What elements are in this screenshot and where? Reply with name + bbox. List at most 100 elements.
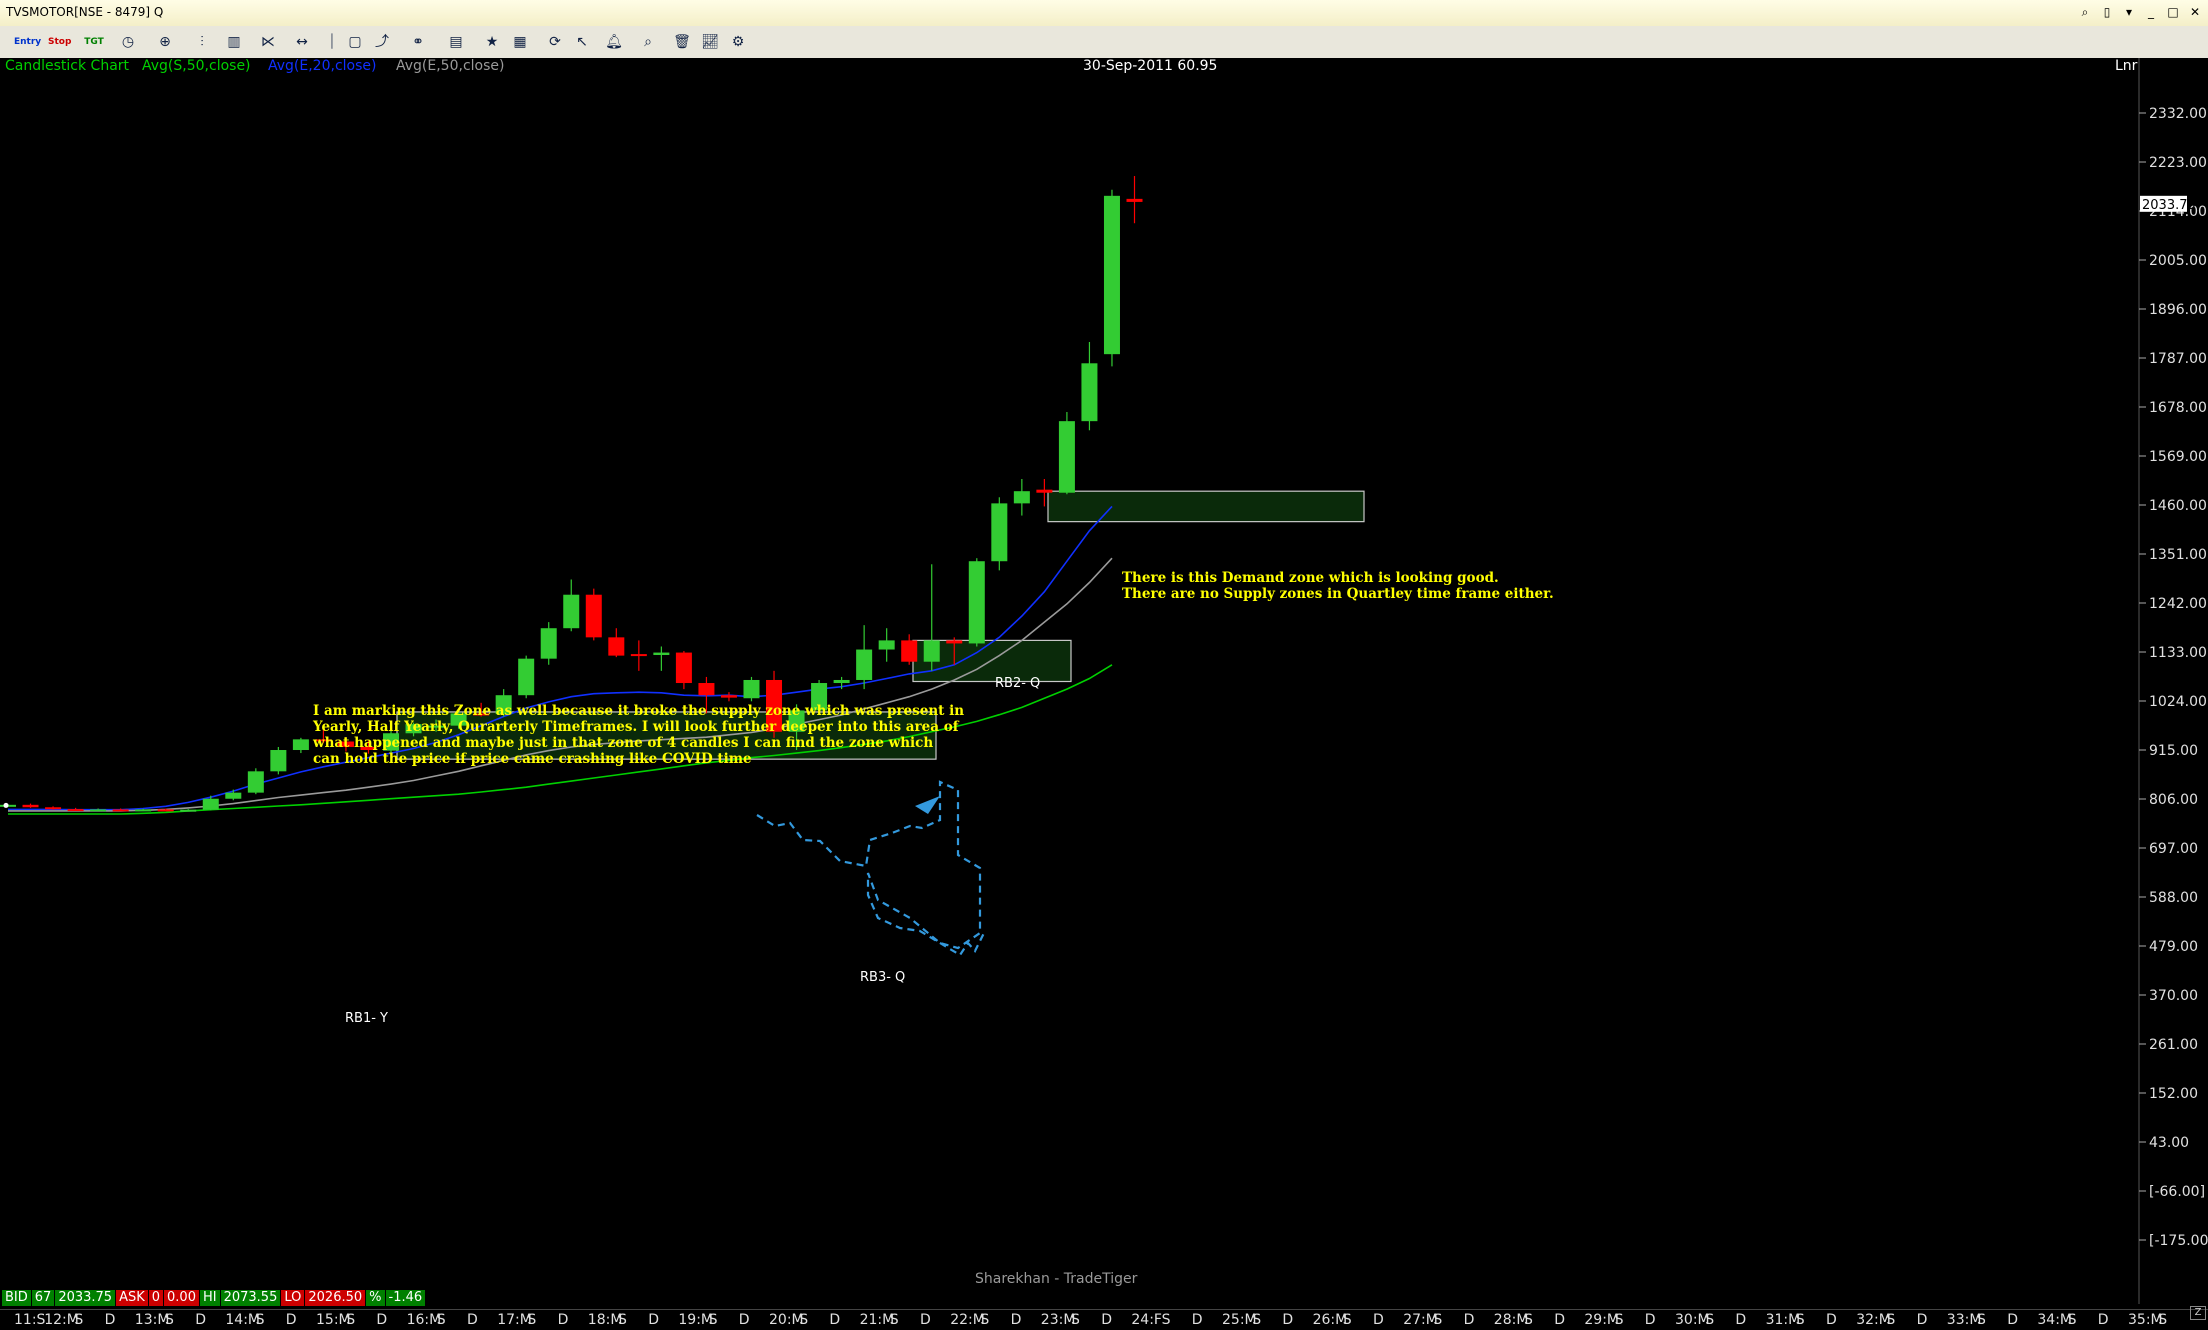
- x-tick-label: S: [889, 1312, 899, 1328]
- link-icon[interactable]: ⚭: [408, 32, 428, 52]
- x-tick-label: D: [1735, 1312, 1747, 1328]
- x-tick-label: D: [648, 1312, 659, 1328]
- x-tick-label: S: [1705, 1312, 1715, 1328]
- candle-body: [878, 640, 895, 650]
- x-tick-label: D: [195, 1312, 206, 1328]
- indicator-icon[interactable]: ▦: [510, 32, 530, 52]
- candle: [1058, 412, 1075, 495]
- dropdown-icon[interactable]: ▾: [2120, 3, 2138, 21]
- favorite-icon[interactable]: ★: [482, 32, 502, 52]
- x-tick-label: S: [346, 1312, 356, 1328]
- zoom-icon[interactable]: ⌕: [638, 32, 658, 52]
- crosshair-icon[interactable]: ⊕: [155, 32, 175, 52]
- candle-body: [540, 628, 557, 659]
- candle: [1126, 176, 1143, 224]
- target-button[interactable]: TGT: [84, 32, 104, 52]
- candle-body: [225, 792, 242, 799]
- quote-cell: -1.46: [385, 1290, 427, 1306]
- candle-body: [856, 649, 873, 680]
- x-tick-label: S: [1614, 1312, 1624, 1328]
- vertical-line-icon[interactable]: ⏐: [322, 32, 342, 52]
- zone-label: RB1- Y: [345, 1011, 388, 1026]
- y-tick-label: 43.00: [2149, 1135, 2189, 1151]
- y-tick-label: 588.00: [2149, 890, 2198, 906]
- x-tick-label: S: [1071, 1312, 1080, 1328]
- candle-body: [1126, 198, 1143, 202]
- candle: [540, 622, 557, 665]
- line-chart-icon[interactable]: 📈︎: [700, 32, 720, 52]
- maximize-button[interactable]: □: [2164, 3, 2182, 21]
- x-tick-label: S: [1524, 1312, 1533, 1328]
- candle: [630, 640, 647, 671]
- candle: [856, 625, 873, 690]
- minimize-button[interactable]: _: [2142, 3, 2160, 21]
- restore-icon[interactable]: ▯: [2098, 3, 2116, 21]
- annotation-text-line: can hold the price if price came crashin…: [313, 751, 752, 767]
- chart-type-icon[interactable]: ⫶: [192, 32, 212, 52]
- x-tick-label: D: [376, 1312, 388, 1328]
- x-tick-label: S: [74, 1312, 84, 1328]
- candle-body: [112, 809, 129, 812]
- candle-body: [202, 798, 219, 810]
- y-tick-label: 1678.00: [2149, 400, 2207, 416]
- delete-icon[interactable]: 🗑︎: [672, 32, 692, 52]
- quote-cell: %: [366, 1290, 386, 1306]
- annotation-text-line: Yearly, Half Yearly, Qurarterly Timefram…: [312, 719, 960, 735]
- chart-toolbar: Entry Stop TGT ◷ ⊕ ⫶ ▥ ⋉ ↔ ⏐ ▢ ⤴ ⚭ ▤ ★ ▦…: [0, 26, 2208, 59]
- candle-body: [180, 809, 197, 812]
- x-tick-label: 24:F: [1131, 1312, 1162, 1328]
- entry-button[interactable]: Entry: [14, 32, 41, 52]
- bar-chart-icon[interactable]: ▥: [224, 32, 244, 52]
- fibonacci-icon[interactable]: ⤴: [372, 32, 392, 52]
- candle-body: [585, 594, 602, 638]
- x-tick-label: S: [1795, 1312, 1805, 1328]
- settings-gear-icon[interactable]: ⚙: [728, 32, 748, 52]
- y-tick-label: 261.00: [2149, 1037, 2198, 1053]
- price-plot[interactable]: 2332.002223.002114.002005.001896.001787.…: [0, 58, 2208, 1304]
- alert-icon[interactable]: 🔔︎: [604, 32, 624, 52]
- x-tick-label: S: [1433, 1312, 1443, 1328]
- stop-button[interactable]: Stop: [48, 32, 71, 52]
- pointer-icon[interactable]: ↖: [572, 32, 592, 52]
- line-tool-icon[interactable]: ↔: [292, 32, 312, 52]
- candle-body: [653, 652, 670, 656]
- quote-bar: BID 67 2033.75 ASK 0 0.00 HI 2073.55 LO 2026.50% -…: [2, 1290, 427, 1306]
- chart-area[interactable]: Candlestick Chart Avg(S,50,close) Avg(E,…: [0, 58, 2208, 1304]
- rectangle-icon[interactable]: ▢: [345, 32, 365, 52]
- template-icon[interactable]: ▤: [446, 32, 466, 52]
- x-tick-label: S: [708, 1312, 718, 1328]
- x-tick-label: D: [285, 1312, 297, 1328]
- draw-tools-icon[interactable]: ⋉: [258, 32, 278, 52]
- close-button[interactable]: ✕: [2186, 3, 2204, 21]
- candle: [292, 737, 309, 754]
- x-tick-label: S: [1161, 1312, 1171, 1328]
- y-tick-label: 1133.00: [2149, 645, 2207, 661]
- x-tick-label: D: [1010, 1312, 1022, 1328]
- x-tick-label: D: [1191, 1312, 1203, 1328]
- start-marker: [3, 802, 9, 808]
- candle: [247, 768, 264, 795]
- x-tick-label: S: [2067, 1312, 2077, 1328]
- candle-body: [946, 640, 963, 644]
- y-tick-label: [-175.00]: [2149, 1233, 2208, 1249]
- search-icon[interactable]: ⌕: [2076, 3, 2094, 21]
- candle-body: [1013, 491, 1030, 504]
- quote-cell: 0: [148, 1290, 165, 1306]
- y-tick-label: 1896.00: [2149, 302, 2207, 318]
- x-tick-label: D: [829, 1312, 841, 1328]
- x-tick-label: S: [799, 1312, 809, 1328]
- candle-body: [675, 652, 692, 684]
- y-tick-label: 2005.00: [2149, 253, 2207, 269]
- candle-body: [90, 809, 107, 812]
- x-tick-label: D: [1282, 1312, 1294, 1328]
- candle: [1103, 189, 1120, 367]
- quote-cell: 2033.75: [55, 1290, 117, 1306]
- x-tick-label: D: [2097, 1312, 2109, 1328]
- zoom-reset-button[interactable]: Z: [2190, 1306, 2206, 1320]
- candle: [563, 579, 580, 632]
- refresh-icon[interactable]: ⟳: [545, 32, 565, 52]
- candle-body: [1058, 421, 1075, 493]
- clock-icon[interactable]: ◷: [118, 32, 138, 52]
- quote-cell: 0.00: [164, 1290, 200, 1306]
- candle-body: [157, 809, 174, 812]
